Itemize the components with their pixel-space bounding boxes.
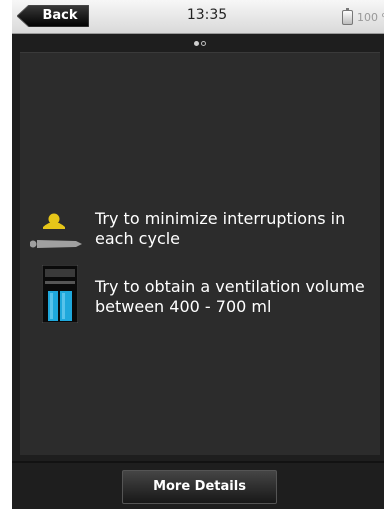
cpr-person-icon <box>30 213 82 248</box>
battery-level: 100 % <box>357 11 384 24</box>
battery-icon <box>342 8 353 25</box>
more-details-button[interactable]: More Details <box>122 470 277 504</box>
footer-divider <box>12 461 384 463</box>
app-screen: Back 13:35 100 % Try to minimize interru… <box>12 0 384 509</box>
tip-ventilation-volume: Try to obtain a ventilation volume betwe… <box>20 265 380 327</box>
clock: 13:35 <box>186 7 228 23</box>
back-button[interactable]: Back <box>17 5 89 27</box>
back-button-label: Back <box>42 8 78 23</box>
status-bar: Back 13:35 100 % <box>12 0 384 34</box>
tip-minimize-interruptions: Try to minimize interruptions in each cy… <box>20 207 380 253</box>
tip-text: Try to obtain a ventilation volume betwe… <box>95 277 365 316</box>
page-dot-active <box>194 41 199 46</box>
ventilation-volume-icon <box>42 265 78 323</box>
device-frame: Back 13:35 100 % Try to minimize interru… <box>0 0 384 509</box>
page-dot-inactive <box>201 41 206 46</box>
tips-panel: Try to minimize interruptions in each cy… <box>20 52 380 455</box>
tip-text: Try to minimize interruptions in each cy… <box>95 209 346 248</box>
